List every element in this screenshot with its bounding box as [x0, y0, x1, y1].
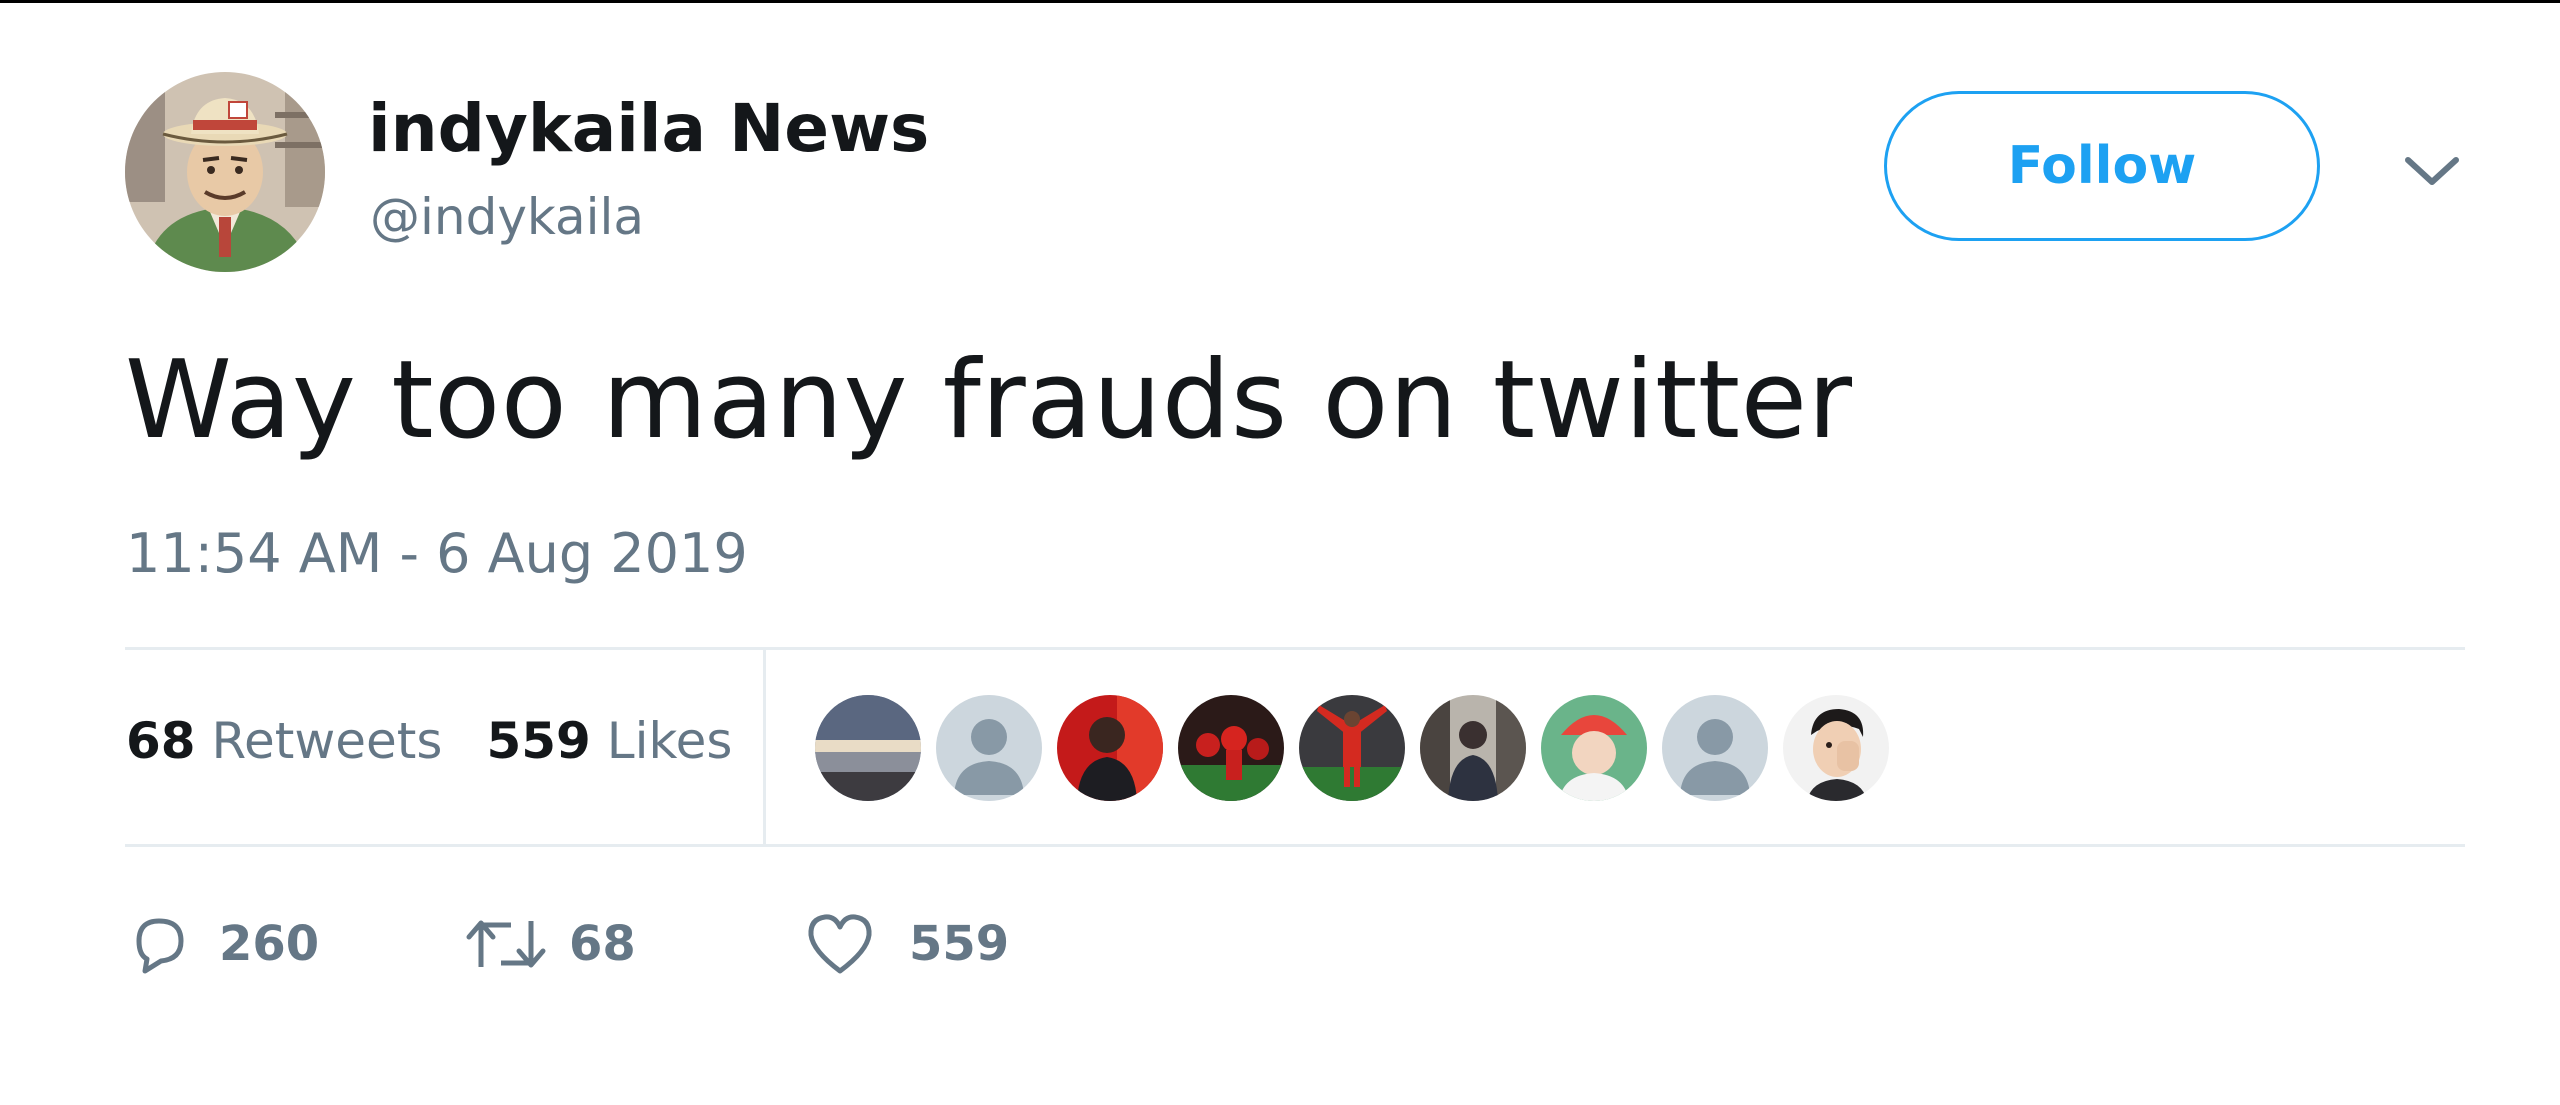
person-face-avatar-icon	[1783, 695, 1889, 801]
retweets-stat[interactable]: 68 Retweets	[126, 712, 442, 770]
user-display-name[interactable]: indykaila News	[368, 90, 929, 167]
likes-stat-count: 559	[486, 712, 591, 770]
liker-avatar[interactable]	[1783, 695, 1889, 801]
divider-bottom	[125, 844, 2465, 847]
user-avatar[interactable]	[125, 72, 325, 272]
like-button[interactable]: 559	[805, 908, 1009, 980]
heart-icon	[808, 914, 872, 974]
like-count: 559	[909, 916, 1010, 972]
retweets-stat-label: Retweets	[211, 712, 443, 770]
user-handle[interactable]: @indykaila	[370, 188, 644, 246]
liker-avatar[interactable]	[815, 695, 921, 801]
player-celebrating-avatar-icon	[1299, 695, 1405, 801]
football-crowd-avatar-icon	[1178, 695, 1284, 801]
tweet-menu-button[interactable]	[2400, 150, 2464, 194]
default-avatar-icon	[936, 695, 1042, 801]
tweet-text: Way too many frauds on twitter	[125, 338, 1853, 463]
reply-count: 260	[219, 916, 320, 972]
liker-avatar[interactable]	[1299, 695, 1405, 801]
person-photo-avatar-icon	[1420, 695, 1526, 801]
default-avatar-icon	[1662, 695, 1768, 801]
divider-top	[125, 647, 2465, 650]
tweet-timestamp[interactable]: 11:54 AM - 6 Aug 2019	[126, 522, 748, 585]
landscape-photo-avatar-icon	[815, 695, 921, 801]
retweet-button[interactable]: 68	[465, 908, 636, 980]
likes-stat[interactable]: 559 Likes	[486, 712, 732, 770]
liker-avatars	[815, 695, 1889, 801]
follow-button[interactable]: Follow	[1884, 91, 2320, 241]
liker-avatar[interactable]	[1057, 695, 1163, 801]
liker-avatar[interactable]	[1662, 695, 1768, 801]
likes-stat-label: Likes	[606, 712, 733, 770]
retweet-count: 68	[569, 916, 636, 972]
retweets-stat-count: 68	[126, 712, 196, 770]
colorful-avatar-icon	[1541, 695, 1647, 801]
liker-avatar[interactable]	[936, 695, 1042, 801]
liker-avatar[interactable]	[1541, 695, 1647, 801]
reply-button[interactable]: 260	[125, 908, 319, 980]
divider-vertical	[763, 650, 766, 844]
chevron-down-icon	[2405, 157, 2459, 185]
cartoon-man-avatar-icon	[125, 72, 325, 272]
person-red-avatar-icon	[1057, 695, 1163, 801]
liker-avatar[interactable]	[1420, 695, 1526, 801]
reply-icon	[136, 918, 184, 974]
follow-button-label: Follow	[2007, 136, 2197, 196]
liker-avatar[interactable]	[1178, 695, 1284, 801]
tweet-stats: 68 Retweets 559 Likes	[126, 712, 732, 770]
window-top-border	[0, 0, 2560, 3]
retweet-icon	[466, 920, 546, 968]
